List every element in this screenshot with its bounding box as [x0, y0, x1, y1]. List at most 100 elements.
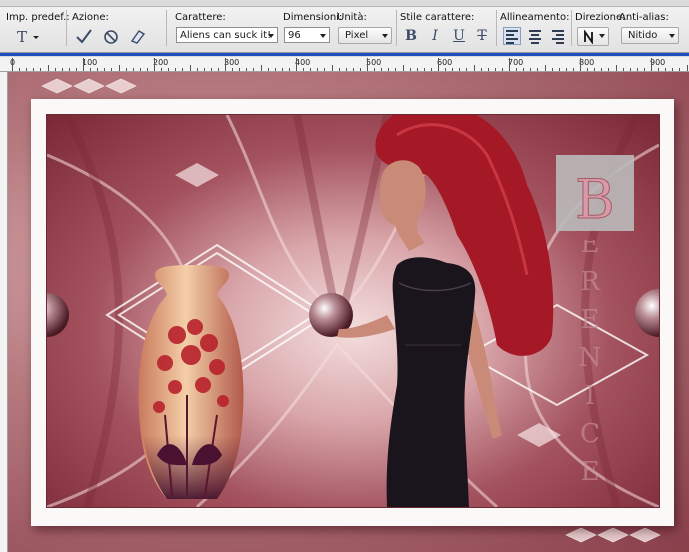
unit-value: Pixel: [345, 30, 369, 41]
chevron-down-icon: [599, 34, 605, 38]
align-center-button[interactable]: [526, 27, 544, 45]
ruler-tick: [104, 68, 106, 71]
ruler-tick: [146, 68, 148, 71]
antialias-select[interactable]: Nitido: [621, 27, 679, 44]
ruler-tick: [68, 68, 70, 71]
text-direction-select[interactable]: [577, 27, 609, 46]
watermark-letter: C: [580, 419, 600, 449]
ruler-tick: [608, 68, 610, 71]
align-left-button[interactable]: [503, 27, 521, 45]
ruler-tick: [125, 68, 127, 71]
ruler-tick: [601, 68, 603, 71]
ruler-tick: [523, 68, 525, 71]
font-select[interactable]: Aliens can suck it!: [176, 27, 278, 43]
ruler-tick: [189, 65, 191, 71]
separator: [496, 10, 497, 46]
font-value: Aliens can suck it!: [180, 30, 272, 41]
size-input[interactable]: 96: [284, 27, 330, 43]
vase-illustration: [138, 265, 244, 499]
italic-button[interactable]: I: [426, 28, 444, 44]
ruler-tick: [572, 68, 574, 71]
ruler-tick: [565, 68, 567, 71]
ruler-tick: [516, 68, 518, 71]
text-tool-options-bar: Imp. predef.: T Azione: Carattere: Alien…: [0, 0, 689, 53]
ruler-label: 100: [82, 58, 98, 67]
ruler-tick: [530, 68, 532, 71]
ruler-tick: [381, 68, 383, 71]
ruler-label: 700: [508, 58, 524, 67]
preset-label: Imp. predef.:: [6, 12, 70, 23]
ruler-tick: [274, 68, 276, 71]
ruler-tick: [83, 58, 84, 71]
ruler-tick: [587, 68, 589, 71]
direction-label: Direzione:: [575, 12, 626, 23]
ruler-tick: [196, 68, 198, 71]
unit-select[interactable]: Pixel: [338, 27, 392, 44]
ruler-tick: [537, 68, 539, 71]
horizontal-ruler[interactable]: 0 100 200 300 400 500 600 700 800 900: [0, 57, 689, 72]
ruler-tick: [672, 68, 674, 71]
ruler-tick: [111, 68, 113, 71]
align-right-button[interactable]: [549, 27, 567, 45]
ruler-tick: [217, 68, 219, 71]
ruler-tick: [19, 68, 21, 71]
antialias-label: Anti-alias:: [619, 12, 669, 23]
ruler-tick: [374, 68, 376, 71]
ruler-tick: [168, 68, 170, 71]
apply-check-icon[interactable]: [74, 27, 94, 45]
woman-figure: [337, 115, 554, 507]
ruler-tick: [288, 68, 290, 71]
watermark-letter: N: [579, 343, 602, 373]
ruler-tick: [303, 68, 305, 71]
ruler-tick: [580, 58, 581, 71]
ruler-tick: [296, 58, 297, 71]
ruler-label: 800: [579, 58, 595, 67]
antialias-value: Nitido: [628, 30, 658, 41]
logo-letter-b: B: [575, 168, 615, 231]
ruler-tick: [338, 68, 340, 71]
svg-text:T: T: [17, 28, 27, 44]
ruler-tick: [54, 68, 56, 71]
ruler-tick: [139, 68, 141, 71]
ruler-tick: [402, 65, 404, 71]
watermark-letter: E: [581, 240, 600, 259]
ruler-tick: [416, 68, 418, 71]
image-canvas[interactable]: B E R E N I C E: [8, 72, 689, 552]
chevron-down-icon: [320, 34, 326, 38]
ruler-tick: [33, 68, 35, 71]
separator: [571, 10, 572, 46]
alignment-label: Allineamento:: [500, 12, 570, 23]
watermark-letter: E: [581, 457, 600, 487]
text-preset-picker[interactable]: T: [14, 27, 42, 45]
text-tool-icon: T: [17, 28, 39, 44]
ruler-label: 200: [153, 58, 169, 67]
ruler-tick: [367, 58, 368, 71]
bold-button[interactable]: B: [402, 28, 420, 44]
chevron-down-icon: [382, 34, 388, 38]
ruler-tick: [388, 68, 390, 71]
cancel-icon[interactable]: [101, 27, 121, 45]
white-frame: B E R E N I C E: [31, 99, 674, 526]
ruler-label: 900: [650, 58, 666, 67]
ruler-label: 400: [295, 58, 311, 67]
separator: [396, 10, 397, 46]
ruler-tick: [182, 68, 184, 71]
strikethrough-button[interactable]: T: [473, 28, 491, 44]
ruler-tick: [175, 68, 177, 71]
ruler-tick: [132, 68, 134, 71]
convert-to-path-icon[interactable]: [128, 27, 148, 45]
watermark-letter: I: [585, 381, 595, 411]
ruler-tick: [225, 58, 226, 71]
ruler-tick: [161, 68, 163, 71]
ruler-tick: [395, 68, 397, 71]
ruler-tick: [665, 68, 667, 71]
ruler-tick: [594, 68, 596, 71]
underline-button[interactable]: U: [450, 28, 468, 44]
vertical-ruler[interactable]: [0, 72, 8, 552]
ruler-tick: [686, 65, 688, 71]
ruler-tick: [459, 68, 461, 71]
ruler-tick: [544, 65, 546, 71]
watermark-letter: E: [581, 305, 600, 335]
ruler-tick: [622, 68, 624, 71]
menu-strip: [0, 0, 689, 7]
